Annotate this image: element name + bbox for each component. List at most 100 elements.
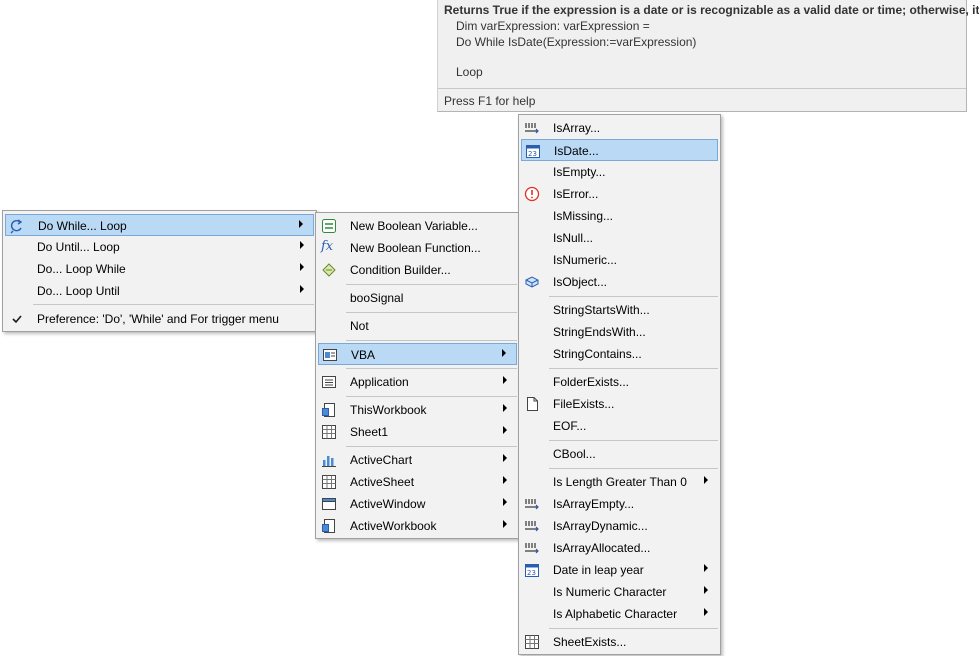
menu-item-label: IsNull... — [553, 231, 594, 245]
menu-item-isarray[interactable]: IsArray... — [521, 117, 718, 139]
menu-item-boosignal[interactable]: booSignal — [318, 287, 517, 309]
menu-item-application[interactable]: Application — [318, 371, 517, 393]
menu-item-isarrayallocated[interactable]: IsArrayAllocated... — [521, 537, 718, 559]
menu-item-iserror[interactable]: IsError... — [521, 183, 718, 205]
sheet-icon — [321, 424, 337, 440]
menu-divider — [549, 468, 718, 469]
menu-item-fileexists[interactable]: FileExists... — [521, 393, 718, 415]
submenu-arrow-icon — [503, 454, 507, 462]
menu-item-sheet1[interactable]: Sheet1 — [318, 421, 517, 443]
array-icon — [524, 518, 540, 534]
menu-item-label: Is Alphabetic Character — [553, 607, 678, 621]
menu-item-is-numeric-character[interactable]: Is Numeric Character — [521, 581, 718, 603]
help-tooltip: Returns True if the expression is a date… — [437, 0, 979, 112]
menu-item-activesheet[interactable]: ActiveSheet — [318, 471, 517, 493]
menu-item-label: booSignal — [350, 291, 404, 305]
tooltip-code-line: Loop — [456, 65, 483, 79]
tooltip-help-hint: Press F1 for help — [444, 94, 536, 108]
condition-builder-icon — [321, 262, 337, 278]
menu-item-label: SheetExists... — [553, 635, 627, 649]
submenu-arrow-icon — [503, 476, 507, 484]
menu-item-label: IsMissing... — [553, 209, 614, 223]
menu-divider — [346, 396, 517, 397]
menu-item-activewindow[interactable]: ActiveWindow — [318, 493, 517, 515]
array-icon — [524, 540, 540, 556]
menu-item-label: EOF... — [553, 419, 587, 433]
menu-item-label: VBA — [351, 348, 376, 362]
menu-divider — [549, 628, 718, 629]
menu-divider — [549, 296, 718, 297]
menu-item-do-loop-while[interactable]: Do... Loop While — [5, 258, 314, 280]
submenu-arrow-icon — [704, 564, 708, 572]
menu-item-isarrayempty[interactable]: IsArrayEmpty... — [521, 493, 718, 515]
submenu-arrow-icon — [300, 285, 304, 293]
menu-item-ismissing[interactable]: IsMissing... — [521, 205, 718, 227]
menu-item-date-in-leap-year[interactable]: 23 Date in leap year — [521, 559, 718, 581]
menu-divider — [549, 440, 718, 441]
submenu-arrow-icon — [704, 476, 708, 484]
menu-item-new-boolean-function[interactable]: fx New Boolean Function... — [318, 237, 517, 259]
menu-item-label: ThisWorkbook — [350, 403, 427, 417]
menu-item-isnumeric[interactable]: IsNumeric... — [521, 249, 718, 271]
menu-item-folderexists[interactable]: FolderExists... — [521, 371, 718, 393]
menu-item-label: IsError... — [553, 187, 599, 201]
menu-item-label: IsArrayEmpty... — [553, 497, 635, 511]
menu-item-vba[interactable]: VBA — [318, 343, 517, 365]
workbook-icon — [321, 402, 337, 418]
array-icon — [524, 120, 540, 136]
menu-item-label: Do While... Loop — [38, 219, 127, 233]
menu-item-activechart[interactable]: ActiveChart — [318, 449, 517, 471]
boolean-variable-icon — [321, 218, 337, 234]
menu-item-is-length-greater-than-0[interactable]: Is Length Greater Than 0 — [521, 471, 718, 493]
menu-item-stringstartswith[interactable]: StringStartsWith... — [521, 299, 718, 321]
menu-item-sheetexists[interactable]: SheetExists... — [521, 631, 718, 653]
vba-icon — [322, 347, 338, 363]
submenu-arrow-icon — [503, 426, 507, 434]
menu-item-label: ActiveSheet — [350, 475, 415, 489]
menu-item-label: StringContains... — [553, 347, 642, 361]
chart-icon — [321, 452, 337, 468]
array-icon — [524, 496, 540, 512]
calendar-icon: 23 — [525, 143, 541, 159]
menu-item-isdate[interactable]: 23 IsDate... — [521, 139, 718, 161]
menu-divider — [346, 368, 517, 369]
menu-item-do-loop-until[interactable]: Do... Loop Until — [5, 280, 314, 302]
menu-item-label: ActiveWindow — [350, 497, 426, 511]
menu-item-not[interactable]: Not — [318, 315, 517, 337]
menu-item-label: Preference: 'Do', 'While' and For trigge… — [37, 312, 279, 326]
menu-item-activeworkbook[interactable]: ActiveWorkbook — [318, 515, 517, 537]
menu-item-preference-trigger[interactable]: Preference: 'Do', 'While' and For trigge… — [5, 308, 314, 330]
application-icon — [321, 374, 337, 390]
submenu-arrow-icon — [503, 520, 507, 528]
vba-functions-submenu: IsArray... 23 IsDate... IsEmpty... IsErr… — [518, 114, 721, 655]
menu-item-stringendswith[interactable]: StringEndsWith... — [521, 321, 718, 343]
menu-item-isnull[interactable]: IsNull... — [521, 227, 718, 249]
error-icon — [524, 186, 540, 202]
menu-item-label: New Boolean Variable... — [350, 219, 478, 233]
menu-divider — [346, 284, 517, 285]
menu-item-do-while-loop[interactable]: Do While... Loop — [5, 214, 314, 236]
loop-context-menu: Do While... Loop Do Until... Loop Do... … — [2, 210, 317, 332]
menu-item-label: Sheet1 — [350, 425, 389, 439]
menu-item-do-until-loop[interactable]: Do Until... Loop — [5, 236, 314, 258]
menu-item-label: Is Length Greater Than 0 — [553, 475, 687, 489]
menu-item-label: IsEmpty... — [553, 165, 606, 179]
menu-item-isarraydynamic[interactable]: IsArrayDynamic... — [521, 515, 718, 537]
menu-item-isobject[interactable]: IsObject... — [521, 271, 718, 293]
menu-item-condition-builder[interactable]: Condition Builder... — [318, 259, 517, 281]
menu-item-cbool[interactable]: CBool... — [521, 443, 718, 465]
menu-item-new-boolean-variable[interactable]: New Boolean Variable... — [318, 215, 517, 237]
menu-item-isempty[interactable]: IsEmpty... — [521, 161, 718, 183]
menu-item-is-alphabetic-character[interactable]: Is Alphabetic Character — [521, 603, 718, 625]
menu-item-stringcontains[interactable]: StringContains... — [521, 343, 718, 365]
object-icon — [524, 274, 540, 290]
function-fx-icon: fx — [321, 239, 334, 254]
calendar-icon: 23 — [524, 562, 540, 578]
menu-divider — [346, 312, 517, 313]
menu-item-eof[interactable]: EOF... — [521, 415, 718, 437]
checkmark-icon — [11, 313, 27, 329]
menu-item-label: ActiveWorkbook — [350, 519, 437, 533]
menu-item-label: Is Numeric Character — [553, 585, 667, 599]
menu-item-thisworkbook[interactable]: ThisWorkbook — [318, 399, 517, 421]
menu-item-label: IsArray... — [553, 121, 601, 135]
